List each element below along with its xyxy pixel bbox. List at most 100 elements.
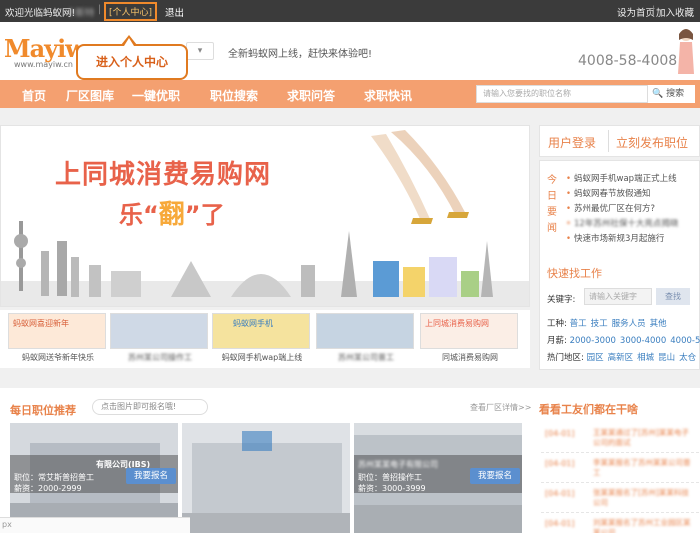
filter-option[interactable]: 3000-4000 bbox=[620, 336, 666, 346]
promo-banner[interactable]: 上同城消费易购网 乐“翻”了 bbox=[0, 125, 530, 307]
list-item[interactable]: [04-01] 李某某报名了苏州某某公司普工 bbox=[541, 453, 699, 483]
user-actions: 用户登录 立刻发布职位 bbox=[539, 125, 700, 157]
activity-date: [04-01] bbox=[545, 459, 575, 468]
find-button[interactable]: 查找 bbox=[656, 288, 690, 305]
news-item[interactable]: 12年苏州社保十大亮点揭晓 bbox=[566, 217, 678, 232]
filter-option[interactable]: 普工 bbox=[570, 319, 587, 329]
job-salary: 薪资：3000-3999 bbox=[358, 484, 426, 493]
user-center-link[interactable]: [个人中心] bbox=[104, 2, 158, 21]
salary-filter: 月薪: 2000-3000 3000-4000 4000-5000 bbox=[547, 334, 700, 346]
view-factory-link[interactable]: 查看厂区详情>> bbox=[470, 402, 531, 413]
thumbnail-caption[interactable]: 蚂蚁网送爷新年快乐 bbox=[8, 352, 108, 363]
thumbnail-4[interactable] bbox=[316, 313, 414, 349]
filter-label: 热门地区: bbox=[547, 353, 584, 363]
area-filter: 热门地区: 园区 高新区 相城 昆山 太仓 bbox=[547, 351, 700, 363]
callout-pointer-inner bbox=[124, 38, 134, 46]
job-salary: 薪资：2000-2999 bbox=[14, 484, 82, 493]
nav-one-click-job[interactable]: 一键优职 bbox=[132, 87, 180, 104]
thumbnail-2[interactable] bbox=[110, 313, 208, 349]
job-company: 苏州某某电子有限公司 bbox=[358, 460, 438, 469]
news-item[interactable]: 快速市场新规3月起施行 bbox=[566, 232, 678, 247]
nav-job-qa[interactable]: 求职问答 bbox=[287, 87, 335, 104]
nav-job-news[interactable]: 求职快讯 bbox=[364, 87, 412, 104]
activity-date: [04-01] bbox=[545, 489, 575, 498]
list-item[interactable]: [04-01] 刘某某报名了苏州工业园区某某公司 bbox=[541, 513, 699, 533]
city-dropdown[interactable]: ▾ bbox=[186, 42, 214, 60]
activity-date: [04-01] bbox=[545, 429, 575, 438]
activity-text: 张某某报名了[苏州]某某科技公司 bbox=[593, 488, 689, 507]
activity-text: 王某某通过了[苏州]某某电子公司的面试 bbox=[593, 428, 689, 447]
filter-label: 月薪: bbox=[547, 336, 567, 346]
search-icon: 🔍 bbox=[652, 89, 664, 99]
filter-option[interactable]: 太仓 bbox=[679, 353, 696, 363]
search-button[interactable]: 🔍 搜索 bbox=[648, 85, 695, 103]
add-favorite-link[interactable]: 加入收藏 bbox=[656, 5, 694, 19]
main-nav: 首页 厂区图库 一键优职 职位搜索 求职问答 求职快讯 请输入您要找的职位名称 … bbox=[0, 80, 700, 108]
post-job-link[interactable]: 立刻发布职位 bbox=[616, 134, 688, 151]
filter-option[interactable]: 技工 bbox=[591, 319, 608, 329]
filter-option[interactable]: 服务人员 bbox=[612, 319, 646, 329]
list-item[interactable]: [04-01] 王某某通过了[苏州]某某电子公司的面试 bbox=[541, 423, 699, 453]
nav-job-search[interactable]: 职位搜索 bbox=[210, 87, 258, 104]
filter-option[interactable]: 昆山 bbox=[658, 353, 675, 363]
banner-subtitle: 乐“翻”了 bbox=[119, 194, 225, 231]
welcome-text: 欢迎光临蚂蚁网! bbox=[5, 8, 76, 19]
set-home-link[interactable]: 设为首页 bbox=[617, 5, 655, 19]
job-position: 职位：普招操作工 bbox=[358, 473, 422, 482]
daily-jobs-section: 每日职位推荐 点击图片即可报名哦! 查看厂区详情>> 看看工友们都在干啥 有限公… bbox=[0, 388, 700, 533]
filter-option[interactable]: 高新区 bbox=[608, 353, 634, 363]
top-bar: 欢迎光临蚂蚁网! 卡斯特 | [个人中心] 退出 设为首页 | 加入收藏 bbox=[0, 0, 700, 22]
job-card[interactable] bbox=[182, 423, 350, 533]
news-item[interactable]: 苏州最优厂区在何方? bbox=[566, 202, 678, 217]
banner-title: 上同城消费易购网 bbox=[55, 160, 272, 190]
thumbnail-caption[interactable]: 苏州某公司普工 bbox=[316, 352, 416, 363]
banner-sub-post: ”了 bbox=[184, 201, 225, 229]
status-strip: px bbox=[0, 517, 190, 533]
user-login-link[interactable]: 用户登录 bbox=[548, 134, 596, 151]
filter-option[interactable]: 相城 bbox=[637, 353, 654, 363]
filter-option[interactable]: 园区 bbox=[587, 353, 604, 363]
filter-label: 工种: bbox=[547, 319, 567, 329]
thumbnail-caption[interactable]: 蚂蚁网手机wap端上线 bbox=[212, 352, 312, 363]
fast-job-title: 快速找工作 bbox=[547, 267, 602, 280]
click-hint-badge: 点击图片即可报名哦! bbox=[92, 399, 208, 415]
nav-home[interactable]: 首页 bbox=[22, 87, 46, 104]
filter-option[interactable]: 其他 bbox=[650, 319, 667, 329]
thumbnail-5[interactable]: 上同城消费易购网 bbox=[420, 313, 518, 349]
banner-sub-pre: 乐“ bbox=[119, 201, 159, 229]
news-and-quick-search: 今日要闻 蚂蚁网手机wap端正式上线 蚂蚁网春节放假通知 苏州最优厂区在何方? … bbox=[539, 160, 700, 370]
thumbnail-caption[interactable]: 苏州某公司操作工 bbox=[110, 352, 210, 363]
job-search-input[interactable]: 请输入您要找的职位名称 bbox=[476, 85, 648, 103]
filter-option[interactable]: 4000-5000 bbox=[670, 336, 700, 346]
separator: | bbox=[652, 5, 656, 16]
search-button-label: 搜索 bbox=[666, 89, 685, 99]
activity-text: 李某某报名了苏州某某公司普工 bbox=[593, 458, 691, 477]
slogan: 全新蚂蚁网上线，赶快来体验吧! bbox=[228, 49, 373, 60]
factory-photo bbox=[182, 423, 350, 533]
banner-sub-highlight: 翻 bbox=[158, 200, 185, 230]
keyword-label: 关键字: bbox=[547, 295, 576, 305]
thumbnail-caption[interactable]: 同城消费易购网 bbox=[420, 352, 520, 363]
hotline-phone: 4008-58-4008 bbox=[578, 53, 678, 69]
news-item[interactable]: 蚂蚁网春节放假通知 bbox=[566, 187, 678, 202]
worker-activity-list: [04-01] 王某某通过了[苏州]某某电子公司的面试 [04-01] 李某某报… bbox=[541, 423, 699, 533]
filter-option[interactable]: 2000-3000 bbox=[570, 336, 616, 346]
apply-button[interactable]: 我要报名 bbox=[470, 468, 520, 484]
apply-button[interactable]: 我要报名 bbox=[126, 468, 176, 484]
thumbnail-5-text: 上同城消费易购网 bbox=[425, 319, 489, 328]
nav-factory-gallery[interactable]: 厂区图库 bbox=[66, 87, 114, 104]
job-type-filter: 工种: 普工 技工 服务人员 其他 bbox=[547, 317, 671, 329]
divider bbox=[608, 130, 609, 152]
list-item[interactable]: [04-01] 张某某报名了[苏州]某某科技公司 bbox=[541, 483, 699, 513]
today-news-label: 今日要闻 bbox=[547, 175, 557, 234]
job-card[interactable]: 苏州某某电子有限公司 职位：普招操作工 薪资：3000-3999 我要报名 bbox=[354, 423, 522, 533]
job-position: 职位：常艾斯普招普工 bbox=[14, 473, 94, 482]
separator: | bbox=[98, 4, 102, 15]
logout-link[interactable]: 退出 bbox=[165, 5, 184, 19]
thumbnail-1[interactable]: 蚂蚁网喜迎新年 bbox=[8, 313, 106, 349]
username[interactable]: 卡斯特 bbox=[66, 5, 95, 19]
city-skyline-image bbox=[1, 221, 529, 306]
keyword-input[interactable]: 请输入关键字 bbox=[584, 288, 652, 305]
thumbnail-3[interactable]: 蚂蚁网手机 bbox=[212, 313, 310, 349]
news-item[interactable]: 蚂蚁网手机wap端正式上线 bbox=[566, 172, 678, 187]
